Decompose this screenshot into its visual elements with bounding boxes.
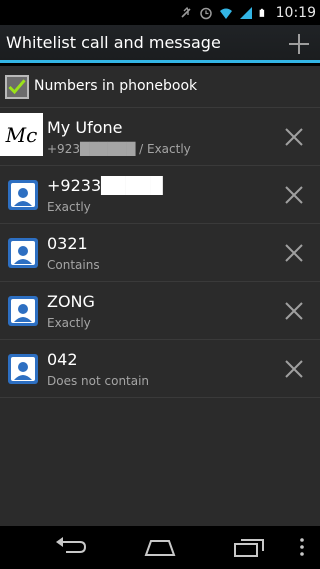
- alarm-icon: [199, 7, 212, 19]
- item-subtitle: Contains: [47, 258, 100, 272]
- phonebook-checkbox[interactable]: [5, 75, 29, 99]
- clock: 10:19: [275, 4, 316, 21]
- battery-icon: [259, 8, 264, 17]
- wifi-icon: [219, 8, 232, 19]
- whitelist-content: Numbers in phonebook Mc My Ufone +923███…: [0, 66, 320, 526]
- signal-icon: [239, 6, 252, 19]
- item-name: ZONG: [47, 292, 95, 311]
- list-item[interactable]: 042 Does not contain: [0, 340, 320, 398]
- status-bar: 10:19: [0, 0, 320, 25]
- item-name: My Ufone: [47, 118, 123, 137]
- item-subtitle: Exactly: [47, 200, 91, 214]
- contact-icon: [8, 180, 38, 210]
- home-icon[interactable]: [143, 536, 177, 558]
- item-name: 0321: [47, 234, 88, 253]
- mute-icon: [181, 6, 191, 18]
- item-subtitle: +923██████ / Exactly: [47, 142, 191, 156]
- item-name: 042: [47, 350, 78, 369]
- close-icon[interactable]: [285, 244, 303, 262]
- list-item[interactable]: +9233█████ Exactly: [0, 166, 320, 224]
- mc-logo: Mc: [0, 113, 43, 156]
- item-subtitle: Does not contain: [47, 374, 150, 388]
- page-title: Whitelist call and message: [6, 33, 221, 52]
- close-icon[interactable]: [285, 302, 303, 320]
- close-icon[interactable]: [285, 186, 303, 204]
- phonebook-checkbox-label: Numbers in phonebook: [34, 78, 198, 94]
- list-item[interactable]: 0321 Contains: [0, 224, 320, 282]
- list-item[interactable]: ZONG Exactly: [0, 282, 320, 340]
- close-icon[interactable]: [285, 360, 303, 378]
- close-icon[interactable]: [285, 128, 303, 146]
- recent-apps-icon[interactable]: [232, 536, 266, 558]
- contact-icon: [8, 296, 38, 326]
- menu-icon[interactable]: [298, 536, 306, 558]
- plus-icon[interactable]: [286, 31, 312, 57]
- checkmark-icon: [8, 79, 26, 95]
- action-bar: Whitelist call and message: [0, 25, 320, 63]
- item-subtitle: Exactly: [47, 316, 91, 330]
- list-item[interactable]: Mc My Ufone +923██████ / Exactly: [0, 108, 320, 166]
- back-icon[interactable]: [54, 536, 88, 558]
- contact-icon: [8, 238, 38, 268]
- numbers-in-phonebook-option[interactable]: Numbers in phonebook: [0, 66, 320, 108]
- navigation-bar: [0, 526, 320, 569]
- item-name: +9233█████: [47, 176, 163, 195]
- contact-icon: [8, 354, 38, 384]
